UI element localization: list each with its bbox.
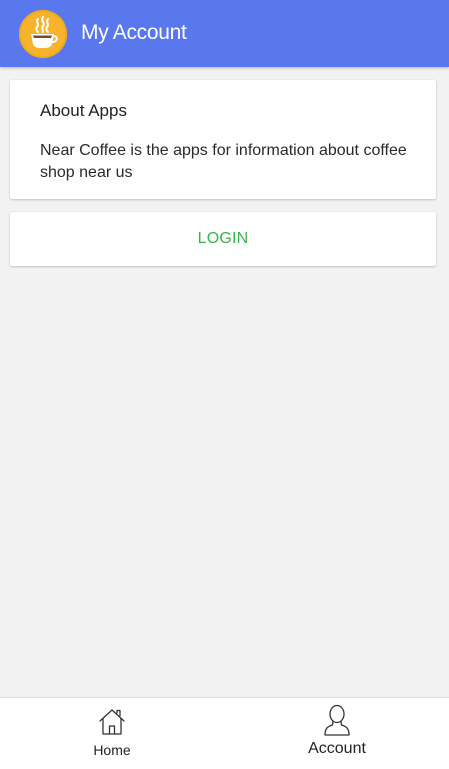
coffee-cup-icon: [19, 10, 67, 58]
about-description: Near Coffee is the apps for information …: [40, 142, 407, 181]
login-label: LOGIN: [197, 230, 249, 247]
home-icon: [97, 706, 127, 741]
about-title: About Apps: [40, 101, 127, 120]
page-title: My Account: [81, 21, 187, 44]
tab-home[interactable]: Home: [0, 698, 224, 769]
app-header: My Account: [0, 0, 449, 67]
about-card: About Apps Near Coffee is the apps for i…: [10, 80, 436, 199]
tab-account[interactable]: Account: [225, 698, 449, 769]
tab-home-label: Home: [93, 742, 131, 758]
login-button[interactable]: LOGIN: [10, 212, 436, 266]
user-icon: [323, 703, 351, 742]
bottom-tab-bar: Home Account: [0, 697, 449, 769]
tab-account-label: Account: [308, 740, 366, 757]
